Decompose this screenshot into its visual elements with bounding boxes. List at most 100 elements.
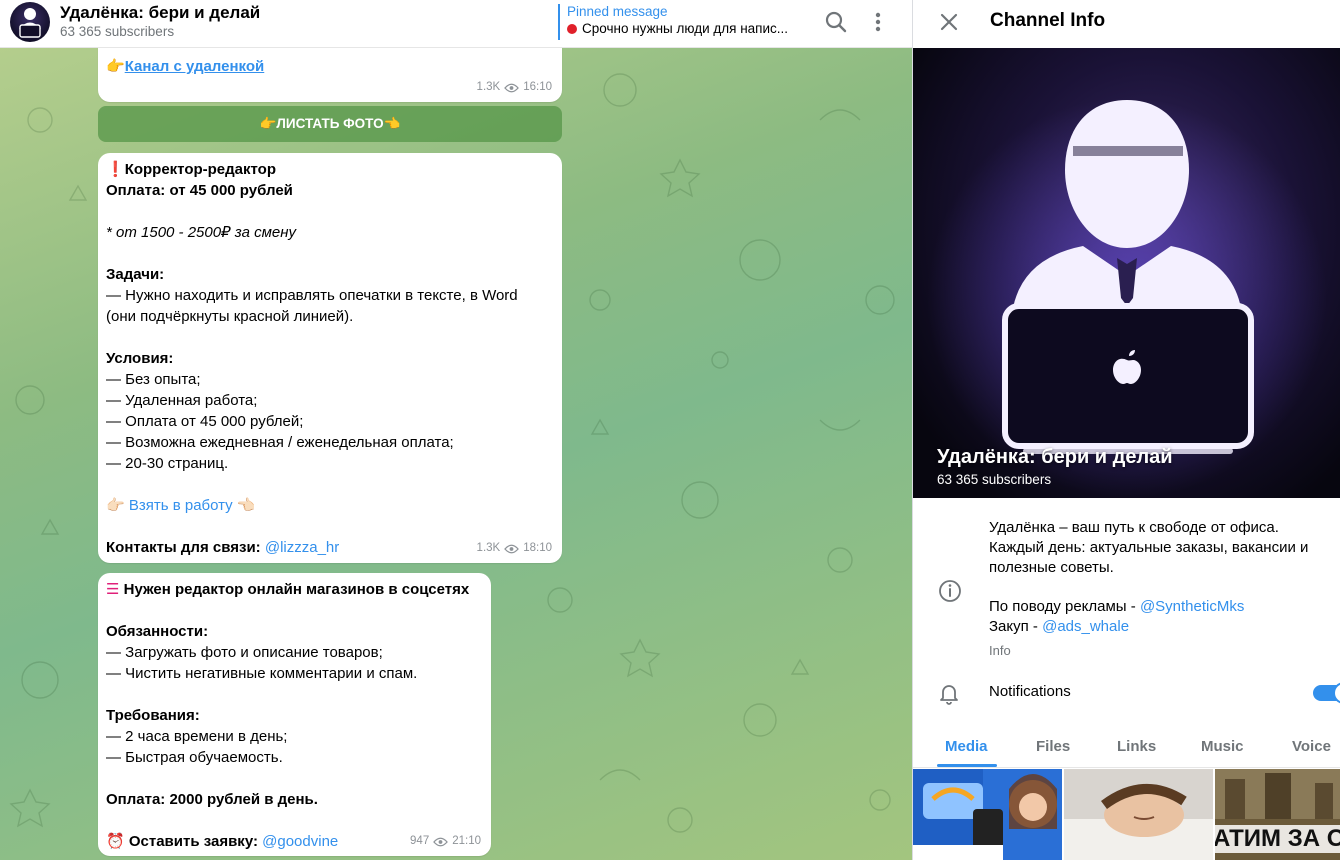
- chat-title[interactable]: Удалёнка: бери и делай: [60, 3, 260, 23]
- buy-label: Закуп -: [989, 618, 1043, 635]
- contact-link[interactable]: @lizzza_hr: [265, 539, 339, 556]
- channel-info-panel: Channel Info Удалёнка: бери и делай 63 3…: [912, 0, 1340, 860]
- search-icon[interactable]: [822, 8, 850, 36]
- more-vertical-icon[interactable]: [866, 8, 890, 36]
- message-title-text: Корректор-редактор: [124, 161, 276, 178]
- media-tabs: Media Files Links Music Voice: [913, 726, 1340, 768]
- pinned-title: Pinned message: [567, 4, 668, 19]
- close-icon[interactable]: [937, 10, 961, 34]
- message-meta: 1.3K 18:10: [477, 538, 552, 559]
- thumbnail-image: [913, 769, 1062, 860]
- notifications-label: Notifications: [989, 683, 1071, 700]
- tasks-heading: Задачи:: [106, 266, 165, 283]
- pay-line: Оплата: 2000 рублей в день.: [106, 791, 318, 808]
- buy-line: Закуп - @ads_whale: [989, 617, 1308, 637]
- apply-link[interactable]: @goodvine: [262, 833, 338, 850]
- message-salary: Оплата: от 45 000 рублей: [106, 182, 293, 199]
- info-icon: [939, 580, 961, 602]
- condition-line: — Без опыта;: [106, 371, 201, 388]
- tab-voice[interactable]: Voice: [1292, 738, 1331, 755]
- requirement-line: — Быстрая обучаемость.: [106, 749, 283, 766]
- duty-line: — Чистить негативные комментарии и спам.: [106, 665, 418, 682]
- message-meta: 947 21:10: [410, 831, 481, 852]
- media-thumbnail[interactable]: [913, 769, 1062, 860]
- chat-header: Удалёнка: бери и делай 63 365 subscriber…: [0, 0, 912, 48]
- ads-line: По поводу рекламы - @SyntheticMks: [989, 597, 1308, 617]
- tab-media[interactable]: Media: [945, 738, 988, 755]
- condition-line: — 20-30 страниц.: [106, 455, 229, 472]
- toggle-knob: [1333, 682, 1340, 704]
- message-title: ❗Корректор-редактор: [106, 159, 554, 180]
- about-line: Удалёнка – ваш путь к свободе от офиса.: [989, 519, 1279, 536]
- media-thumbnail[interactable]: АТИМ ЗА ОТЗ: [1215, 769, 1340, 860]
- eye-icon: [504, 544, 520, 553]
- requirement-line: — 2 часа времени в день;: [106, 728, 288, 745]
- cover-channel-name: Удалёнка: бери и делай: [937, 446, 1173, 468]
- message-time: 18:10: [523, 542, 552, 554]
- person-laptop-icon: [19, 8, 41, 38]
- message-time: 16:10: [523, 81, 552, 93]
- task-line: — Нужно находить и исправлять опечатки в…: [106, 287, 518, 304]
- inline-keyboard-button[interactable]: 👉ЛИСТАТЬ ФОТО👈: [98, 106, 562, 142]
- cta-link[interactable]: Взять в работу: [129, 497, 233, 514]
- message-bubble: ☰ Нужен редактор онлайн магазинов в соцс…: [98, 573, 491, 856]
- tab-links[interactable]: Links: [1117, 738, 1156, 755]
- info-title: Channel Info: [990, 10, 1106, 31]
- view-count: 947: [410, 835, 430, 847]
- pinned-text: Срочно нужны люди для напис...: [567, 19, 808, 39]
- media-thumbnail[interactable]: [1064, 769, 1213, 860]
- message-time: 21:10: [452, 835, 481, 847]
- point-left-icon: 👈🏻: [236, 497, 256, 514]
- buy-contact-link[interactable]: @ads_whale: [1042, 618, 1129, 635]
- exclamation-icon: ❗: [106, 161, 125, 178]
- point-right-emoji: 👉: [106, 58, 125, 75]
- ads-label: По поводу рекламы -: [989, 598, 1140, 615]
- channel-link[interactable]: Канал с удаленкой: [125, 58, 265, 75]
- info-header: Channel Info: [913, 0, 1340, 48]
- tab-files[interactable]: Files: [1036, 738, 1070, 755]
- about-caption: Info: [989, 643, 1011, 658]
- channel-cover-image[interactable]: Удалёнка: бери и делай 63 365 subscriber…: [913, 48, 1340, 498]
- chat-subscribers: 63 365 subscribers: [60, 24, 175, 39]
- condition-line: — Оплата от 45 000 рублей;: [106, 413, 304, 430]
- tab-music[interactable]: Music: [1201, 738, 1244, 755]
- menu-lines-icon: ☰: [106, 581, 120, 598]
- message-note: * от 1500 - 2500₽ за смену: [106, 224, 296, 241]
- conditions-heading: Условия:: [106, 350, 174, 367]
- cover-subscribers: 63 365 subscribers: [937, 472, 1052, 487]
- ads-contact-link[interactable]: @SyntheticMks: [1140, 598, 1244, 615]
- red-circle-icon: [567, 24, 577, 34]
- bell-icon: [940, 685, 958, 705]
- point-right-icon: 👉🏻: [106, 497, 125, 514]
- eye-icon: [504, 83, 520, 92]
- message-link-line: 👉Канал с удаленкой: [106, 56, 554, 77]
- condition-line: — Удаленная работа;: [106, 392, 258, 409]
- pinned-message[interactable]: Pinned message Срочно нужны люди для нап…: [558, 4, 808, 40]
- channel-avatar[interactable]: [10, 2, 50, 42]
- message-meta: 1.3K 16:10: [477, 77, 552, 98]
- requirements-heading: Требования:: [106, 707, 200, 724]
- notifications-row[interactable]: Notifications: [913, 670, 1340, 716]
- tab-active-indicator: [937, 764, 997, 767]
- apply-label: Оставить заявку:: [128, 833, 258, 850]
- message-title-text: Нужен редактор онлайн магазинов в соцсет…: [123, 581, 470, 598]
- message-bubble: ❗Корректор-редактор Оплата: от 45 000 ру…: [98, 153, 562, 563]
- cta-line: 👉🏻 Взять в работу 👈🏻: [106, 495, 554, 516]
- message-title: ☰ Нужен редактор онлайн магазинов в соцс…: [106, 579, 483, 600]
- eye-icon: [433, 837, 449, 846]
- alarm-clock-icon: ⏰: [106, 833, 125, 850]
- pinned-snippet: Срочно нужны люди для напис...: [582, 21, 789, 36]
- notifications-toggle[interactable]: [1313, 682, 1340, 704]
- about-line: полезные советы.: [989, 559, 1114, 576]
- condition-line: — Возможна ежедневная / еженедельная опл…: [106, 434, 454, 451]
- duties-heading: Обязанности:: [106, 623, 209, 640]
- thumbnail-caption: АТИМ ЗА ОТЗ: [1215, 825, 1340, 853]
- person-laptop-illustration: [927, 98, 1327, 498]
